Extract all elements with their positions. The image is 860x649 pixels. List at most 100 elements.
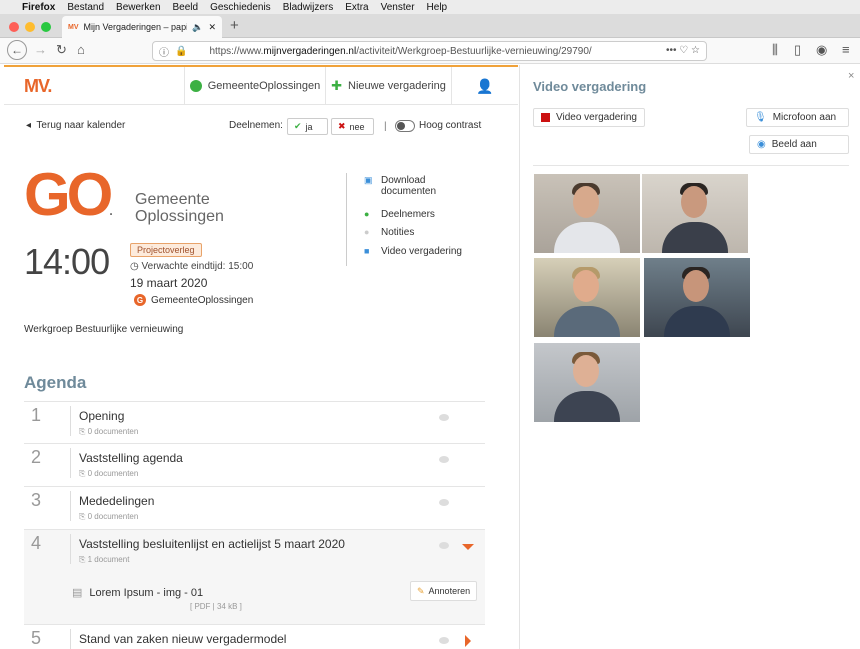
zoom-window-button[interactable]	[41, 22, 51, 32]
tab-title: Mijn Vergaderingen – papier	[83, 22, 188, 32]
attend-yes-button[interactable]: ✔ ja	[287, 118, 328, 135]
menu-bewerken[interactable]: Bewerken	[116, 2, 160, 13]
close-tab-icon[interactable]: ✕	[208, 22, 216, 33]
info-icon[interactable]: ⓘ	[159, 44, 169, 59]
microphone-icon: 🎙	[754, 112, 767, 123]
menu-extra[interactable]: Extra	[345, 2, 368, 13]
x-icon: ✖	[338, 121, 346, 131]
file-icon: ▤	[72, 587, 83, 599]
mv-logo[interactable]: MV.	[24, 76, 52, 97]
agenda-item[interactable]: 3 Mededelingen ⎘ 0 documenten	[24, 486, 485, 529]
high-contrast-toggle[interactable]	[395, 120, 415, 132]
agenda-item-expanded[interactable]: 4 Vaststelling besluitenlijst en actieli…	[24, 529, 485, 624]
collapse-icon[interactable]	[462, 544, 474, 550]
video-participant-tile[interactable]	[534, 343, 640, 422]
meeting-type-badge: Projectoverleg	[130, 243, 202, 257]
comment-icon	[439, 456, 449, 463]
video-panel: Video vergadering × Video vergadering 🎙 …	[519, 65, 860, 649]
attend-no-button[interactable]: ✖ nee	[331, 118, 374, 135]
video-meeting-button[interactable]: Video vergadering	[533, 108, 645, 127]
page-actions[interactable]: ••• ♡ ☆	[666, 45, 700, 56]
browser-tab[interactable]: MV Mijn Vergaderingen – papier 🔈 ✕	[62, 16, 222, 38]
home-icon[interactable]: ⌂	[77, 42, 85, 57]
meeting-time: 14:00	[24, 241, 110, 282]
browser-navbar: ← → ↻ ⌂ ⓘ 🔒 https://www.mijnvergaderinge…	[0, 38, 860, 64]
menu-geschiedenis[interactable]: Geschiedenis	[210, 2, 271, 13]
org-badge-icon: G	[134, 294, 146, 306]
menu-icon[interactable]: ≡	[842, 42, 850, 57]
minimize-window-button[interactable]	[25, 22, 35, 32]
close-icon[interactable]: ×	[848, 70, 854, 82]
video-meeting-action[interactable]: ■ Video vergadering	[364, 246, 462, 257]
video-participant-tile[interactable]	[644, 258, 750, 337]
favicon: MV	[68, 23, 79, 31]
url-text: https://www.mijnvergaderingen.nl/activit…	[209, 45, 592, 57]
forward-icon[interactable]: →	[34, 42, 47, 57]
back-to-calendar-link[interactable]: ◂ Terug naar kalender	[26, 120, 125, 131]
agenda-heading: Agenda	[24, 373, 87, 392]
people-icon: ●	[364, 209, 370, 219]
lock-icon: 🔒	[175, 45, 188, 57]
new-meeting-button[interactable]: ✚ Nieuwe vergadering	[325, 67, 451, 105]
menu-bladwijzers[interactable]: Bladwijzers	[283, 2, 334, 13]
comment-icon	[439, 414, 449, 421]
reload-icon[interactable]: ↻	[56, 42, 67, 58]
menu-bestand[interactable]: Bestand	[67, 2, 104, 13]
video-panel-title: Video vergadering	[533, 79, 647, 94]
comment-icon	[439, 637, 449, 644]
camera-button[interactable]: ◉ Beeld aan	[749, 135, 849, 154]
plus-icon: ✚	[331, 78, 343, 93]
participants-action[interactable]: ● Deelnemers	[364, 209, 435, 220]
video-camera-icon: ■	[364, 246, 370, 256]
comment-icon	[439, 499, 449, 506]
agenda-document[interactable]: ▤ Lorem Ipsum - img - 01	[72, 586, 203, 600]
close-window-button[interactable]	[9, 22, 19, 32]
record-icon	[541, 113, 550, 122]
meeting-group-name: Werkgroep Bestuurlijke vernieuwing	[24, 324, 184, 335]
save-icon: ▣	[364, 175, 373, 185]
window-controls	[9, 22, 51, 32]
new-tab-button[interactable]: +	[230, 17, 239, 34]
document-meta: [ PDF | 34 kB ]	[190, 602, 242, 611]
agenda-item[interactable]: 5 Stand van zaken nieuw vergadermodel	[24, 624, 485, 649]
menu-venster[interactable]: Venster	[381, 2, 415, 13]
video-participant-tile[interactable]	[534, 258, 640, 337]
microphone-button[interactable]: 🎙 Microfoon aan	[746, 108, 849, 127]
divider: |	[384, 121, 387, 132]
org-status-icon	[189, 80, 202, 92]
video-participant-tile[interactable]	[534, 174, 640, 253]
mac-menubar: Firefox Bestand Bewerken Beeld Geschiede…	[0, 0, 860, 14]
sidebar-icon[interactable]: ▯	[794, 42, 801, 58]
agenda-item[interactable]: 2 Vaststelling agenda ⎘ 0 documenten	[24, 443, 485, 486]
pocket-icon: ♡	[679, 45, 689, 56]
org-switcher[interactable]: GemeenteOplossingen	[184, 67, 325, 105]
download-documents-action[interactable]: ▣ Download documenten	[364, 175, 436, 197]
check-icon: ✔	[294, 121, 302, 131]
org-logo-text: Gemeente Oplossingen	[135, 191, 224, 225]
end-time: ◷ Verwachte eindtijd: 15:00	[130, 261, 254, 272]
clock-icon: ◷	[130, 261, 139, 272]
caret-left-icon: ◂	[26, 120, 32, 131]
video-participant-tile[interactable]	[642, 174, 748, 253]
bookmark-star-icon: ☆	[691, 45, 700, 56]
account-icon[interactable]: ◉	[816, 42, 827, 58]
pencil-icon: ✎	[417, 585, 425, 596]
library-icon[interactable]: ⫼	[772, 42, 778, 58]
menu-app[interactable]: Firefox	[22, 2, 55, 13]
menu-beeld[interactable]: Beeld	[173, 2, 199, 13]
annotate-button[interactable]: ✎ Annoteren	[410, 581, 478, 601]
meeting-page: MV. GemeenteOplossingen ✚ Nieuwe vergade…	[4, 65, 518, 649]
user-icon: 👤	[476, 77, 494, 94]
expand-icon[interactable]	[465, 635, 471, 647]
agenda-item[interactable]: 1 Opening ⎘ 0 documenten	[24, 401, 485, 443]
notes-action[interactable]: ● Notities	[364, 227, 414, 238]
actions-divider	[346, 173, 347, 266]
browser-tabbar: MV Mijn Vergaderingen – papier 🔈 ✕ +	[0, 14, 860, 38]
back-icon[interactable]: ←	[7, 40, 27, 60]
org-logo-go: GO.	[24, 161, 113, 228]
menu-help[interactable]: Help	[427, 2, 448, 13]
app-header: MV. GemeenteOplossingen ✚ Nieuwe vergade…	[4, 67, 518, 105]
user-menu[interactable]: 👤	[451, 67, 518, 105]
speaker-icon[interactable]: 🔈	[192, 22, 203, 33]
url-bar[interactable]: ⓘ 🔒 https://www.mijnvergaderingen.nl/act…	[152, 41, 707, 61]
